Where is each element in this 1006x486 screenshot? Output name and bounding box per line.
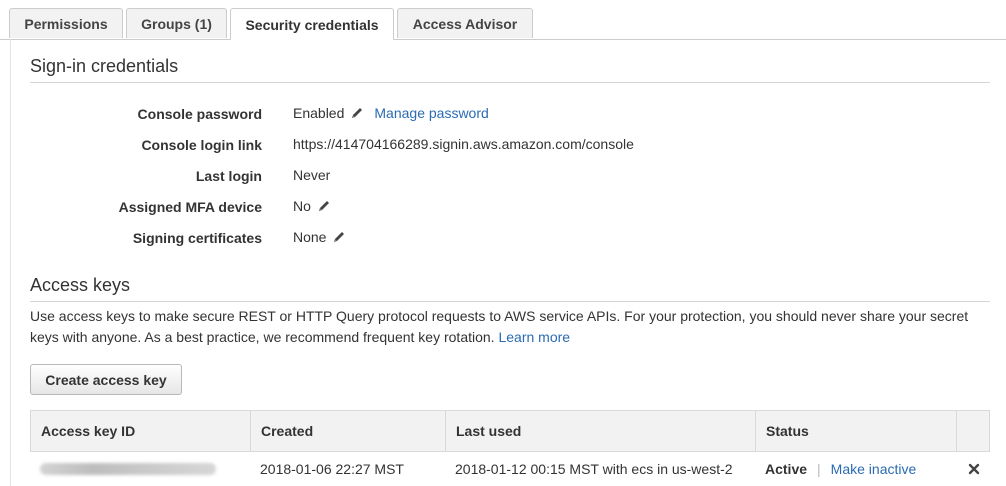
access-keys-title: Access keys <box>30 275 131 295</box>
console-login-url: https://414704166289.signin.aws.amazon.c… <box>293 136 634 152</box>
column-header-status: Status <box>756 411 957 451</box>
mfa-device-label: Assigned MFA device <box>118 199 262 215</box>
pencil-icon[interactable] <box>317 199 331 213</box>
column-header-last-used: Last used <box>446 411 756 451</box>
close-icon[interactable] <box>968 463 980 475</box>
console-login-link-label: Console login link <box>141 137 262 153</box>
column-header-access-key-id: Access key ID <box>31 411 251 451</box>
table-row: 2018-01-06 22:27 MST 2018-01-12 00:15 MS… <box>30 452 990 486</box>
console-login-link-value: https://414704166289.signin.aws.amazon.c… <box>293 136 634 152</box>
mfa-device-value: No <box>293 198 331 214</box>
pencil-icon[interactable] <box>350 106 364 120</box>
console-password-status: Enabled <box>293 105 345 121</box>
status-badge: Active <box>765 461 808 477</box>
column-header-created: Created <box>251 411 446 451</box>
tab-groups[interactable]: Groups (1) <box>126 8 227 38</box>
section-divider <box>30 82 990 83</box>
status-cell: Active | Make inactive <box>755 452 956 486</box>
tab-access-advisor[interactable]: Access Advisor <box>397 8 533 38</box>
signing-certificates-text: None <box>293 229 327 245</box>
tab-security-credentials[interactable]: Security credentials <box>230 8 394 40</box>
section-divider <box>30 301 990 302</box>
last-login-value: Never <box>293 167 330 183</box>
signing-certificates-label: Signing certificates <box>132 230 262 246</box>
mfa-device-text: No <box>293 198 311 214</box>
tab-bar: Permissions Groups (1) Security credenti… <box>0 0 1006 40</box>
manage-password-link[interactable]: Manage password <box>374 105 488 121</box>
create-access-key-button[interactable]: Create access key <box>30 364 182 395</box>
tab-permissions[interactable]: Permissions <box>9 8 123 38</box>
created-cell: 2018-01-06 22:27 MST <box>260 461 404 477</box>
console-password-value: Enabled Manage password <box>293 105 489 121</box>
status-separator: | <box>817 461 821 477</box>
learn-more-link[interactable]: Learn more <box>498 329 570 345</box>
redacted-access-key-id <box>40 463 216 475</box>
access-keys-description: Use access keys to make secure REST or H… <box>30 306 990 348</box>
last-login-label: Last login <box>195 168 262 184</box>
last-used-cell: 2018-01-12 00:15 MST with ecs in us-west… <box>455 461 733 477</box>
last-login-text: Never <box>293 167 331 183</box>
column-header-actions <box>957 411 989 451</box>
pencil-icon[interactable] <box>332 230 346 244</box>
access-key-id-cell <box>30 452 250 486</box>
signing-certificates-value: None <box>293 229 346 245</box>
console-password-label: Console password <box>137 106 262 122</box>
signin-credentials-title: Sign-in credentials <box>30 56 179 76</box>
make-inactive-link[interactable]: Make inactive <box>831 461 917 477</box>
access-keys-table-header: Access key ID Created Last used Status <box>30 410 990 452</box>
delete-cell <box>956 452 990 486</box>
